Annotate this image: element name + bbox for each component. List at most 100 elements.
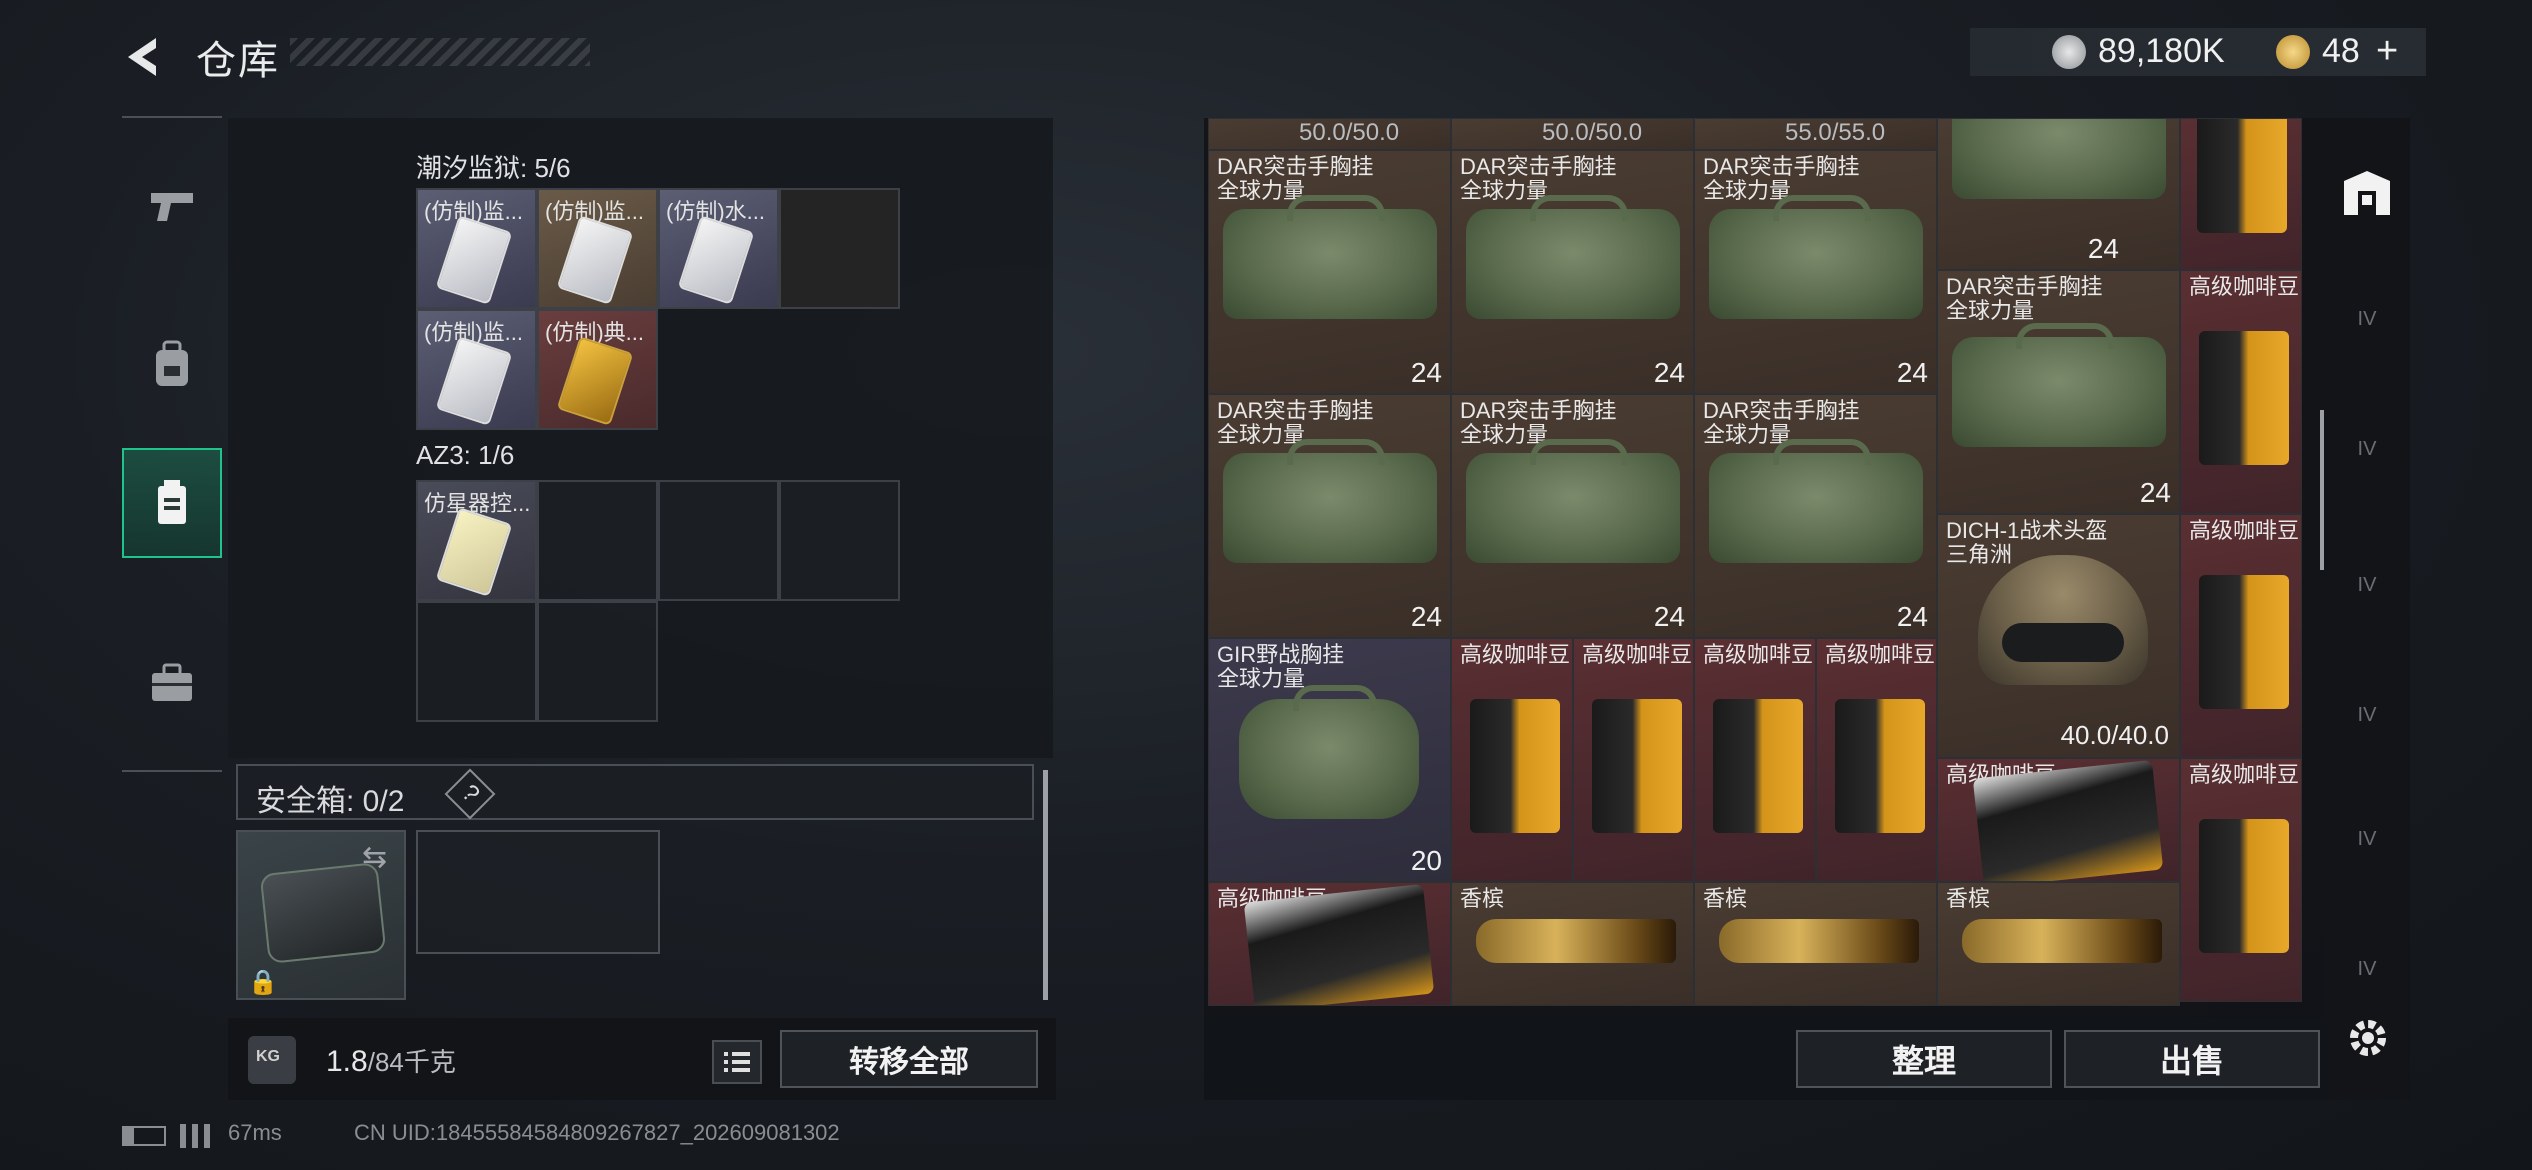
item-dar-chest-rig[interactable]: 24 xyxy=(1937,118,2180,270)
weight-readout: 1.8/84千克 xyxy=(326,1042,456,1079)
filter-tier-button[interactable]: IV xyxy=(2338,686,2396,744)
sort-button[interactable]: 整理 xyxy=(1796,1030,2052,1088)
add-gold-button[interactable]: + xyxy=(2376,30,2398,73)
item-name: 高级咖啡豆 xyxy=(1460,642,1571,667)
stash-slot[interactable]: 仿星器控... xyxy=(416,480,537,601)
back-arrow-icon[interactable] xyxy=(118,32,168,82)
capacity-count: 20 xyxy=(1410,845,1442,876)
item-coffee-beans[interactable]: 高级咖啡豆 xyxy=(2180,758,2302,1002)
chest-rig-icon xyxy=(1952,323,2166,447)
empty-slot[interactable] xyxy=(779,188,900,309)
capacity-count: 24 xyxy=(1410,357,1442,388)
tab-equipment[interactable] xyxy=(122,310,222,420)
champagne-bottle-icon xyxy=(1476,919,1676,963)
filter-tier-button[interactable]: IV xyxy=(2338,940,2396,998)
swap-icon[interactable]: ⇆ xyxy=(362,840,387,875)
chest-rig-icon xyxy=(1466,439,1680,563)
sell-button[interactable]: 出售 xyxy=(2064,1030,2320,1088)
safe-box-item[interactable]: ⇆ 🔒 xyxy=(236,830,406,1000)
item-dar-chest-rig[interactable]: DAR突击手胸挂 全球力量 24 xyxy=(1208,150,1451,394)
item-dar-chest-rig[interactable]: DAR突击手胸挂 全球力量 24 xyxy=(1694,394,1937,638)
kg-label-icon: KG xyxy=(256,1048,280,1065)
gold-coin-icon xyxy=(2276,35,2310,69)
item-name: DAR突击手胸挂 全球力量 xyxy=(1946,274,2103,323)
pistol-icon xyxy=(151,193,193,221)
durability-readout: 40.0/40.0 xyxy=(2060,720,2169,750)
filter-all-button[interactable] xyxy=(2338,164,2396,222)
stash-slot[interactable]: (仿制)水... xyxy=(658,188,779,309)
item-coffee-beans[interactable]: 高级咖啡豆 xyxy=(1573,638,1694,882)
chest-rig-icon xyxy=(1223,195,1437,319)
coffee-bag-icon xyxy=(1243,883,1435,1005)
filter-tier-button[interactable]: IV xyxy=(2338,290,2396,348)
filter-tier-button[interactable]: IV xyxy=(2338,810,2396,868)
tab-weapons[interactable] xyxy=(122,150,222,260)
tier-label: IV xyxy=(2357,827,2377,850)
backpack-icon xyxy=(156,340,188,386)
empty-slot[interactable] xyxy=(658,480,779,601)
stash-slot[interactable]: (仿制)典... xyxy=(537,309,658,430)
stash-slot[interactable]: (仿制)监... xyxy=(537,188,658,309)
coffee-bag-icon xyxy=(1470,699,1560,833)
empty-safe-slot[interactable] xyxy=(416,830,660,954)
item-name: 高级咖啡豆 xyxy=(2189,762,2300,787)
item-champagne[interactable]: 香槟 xyxy=(1937,882,2180,1006)
list-view-button[interactable] xyxy=(712,1040,762,1084)
signal-icon xyxy=(180,1124,210,1148)
silver-coin-icon xyxy=(2052,35,2086,69)
item-coffee-beans[interactable] xyxy=(2180,118,2302,270)
empty-slot[interactable] xyxy=(416,601,537,722)
keycard-icon xyxy=(435,336,513,426)
empty-slot[interactable] xyxy=(537,480,658,601)
grid-cell[interactable]: 55.0/55.0 xyxy=(1694,118,1937,150)
item-coffee-beans[interactable]: 高级咖啡豆 xyxy=(1694,638,1816,882)
capacity-count: 24 xyxy=(1896,601,1928,632)
left-scrollbar[interactable] xyxy=(1043,770,1048,1000)
item-coffee-beans[interactable]: 高级咖啡豆 xyxy=(2180,514,2302,758)
capacity-readout: 50.0/50.0 xyxy=(1299,119,1400,146)
empty-slot[interactable] xyxy=(779,480,900,601)
coffee-bag-icon xyxy=(1835,699,1925,833)
grid-cell[interactable]: 50.0/50.0 xyxy=(1451,118,1694,150)
item-coffee-beans[interactable]: 高级咖啡豆 xyxy=(1451,638,1573,882)
item-coffee-beans[interactable]: 高级咖啡豆 xyxy=(1208,882,1451,1006)
item-dar-chest-rig[interactable]: DAR突击手胸挂 全球力量 24 xyxy=(1937,270,2180,514)
tab-containers[interactable] xyxy=(122,448,222,558)
item-coffee-beans[interactable]: 高级咖啡豆 xyxy=(2180,270,2302,514)
champagne-bottle-icon xyxy=(1962,919,2162,963)
chest-rig-icon xyxy=(1223,439,1437,563)
item-gir-chest-rig[interactable]: GIR野战胸挂 全球力量 20 xyxy=(1208,638,1451,882)
silver-balance: 89,180K xyxy=(2098,32,2225,70)
stash-slot[interactable]: (仿制)监... xyxy=(416,188,537,309)
tab-briefcase[interactable] xyxy=(122,628,222,738)
empty-slot[interactable] xyxy=(537,601,658,722)
item-dar-chest-rig[interactable]: DAR突击手胸挂 全球力量 24 xyxy=(1208,394,1451,638)
champagne-bottle-icon xyxy=(1719,919,1919,963)
coffee-bag-icon xyxy=(2199,575,2289,709)
item-dich-helmet[interactable]: DICH-1战术头盔 三角洲 40.0/40.0 xyxy=(1937,514,2180,758)
list-icon xyxy=(724,1052,750,1072)
item-dar-chest-rig[interactable]: DAR突击手胸挂 全球力量 24 xyxy=(1694,150,1937,394)
container-icon xyxy=(158,480,186,524)
filter-tier-button[interactable]: IV xyxy=(2338,420,2396,478)
item-coffee-beans[interactable]: 高级咖啡豆 xyxy=(1937,758,2180,882)
gold-balance: 48 xyxy=(2322,32,2360,70)
item-champagne[interactable]: 香槟 xyxy=(1451,882,1694,1006)
help-icon[interactable]: ? xyxy=(444,768,496,820)
capacity-count: 24 xyxy=(1410,601,1442,632)
filter-tier-button[interactable]: IV xyxy=(2338,556,2396,614)
keycard-icon xyxy=(435,215,513,305)
ping-readout: 67ms xyxy=(228,1120,282,1145)
grid-cell[interactable]: 50.0/50.0 xyxy=(1208,118,1451,150)
item-dar-chest-rig[interactable]: DAR突击手胸挂 全球力量 24 xyxy=(1451,150,1694,394)
item-champagne[interactable]: 香槟 xyxy=(1694,882,1937,1006)
item-dar-chest-rig[interactable]: DAR突击手胸挂 全球力量 24 xyxy=(1451,394,1694,638)
chest-rig-icon xyxy=(1709,195,1923,319)
transfer-all-button[interactable]: 转移全部 xyxy=(780,1030,1038,1088)
capacity-readout: 50.0/50.0 xyxy=(1542,119,1643,146)
keycard-icon xyxy=(556,215,634,305)
capacity-count: 24 xyxy=(2139,477,2171,508)
settings-gear-icon[interactable] xyxy=(2340,1010,2396,1066)
stash-slot[interactable]: (仿制)监... xyxy=(416,309,537,430)
item-coffee-beans[interactable]: 高级咖啡豆 xyxy=(1816,638,1937,882)
